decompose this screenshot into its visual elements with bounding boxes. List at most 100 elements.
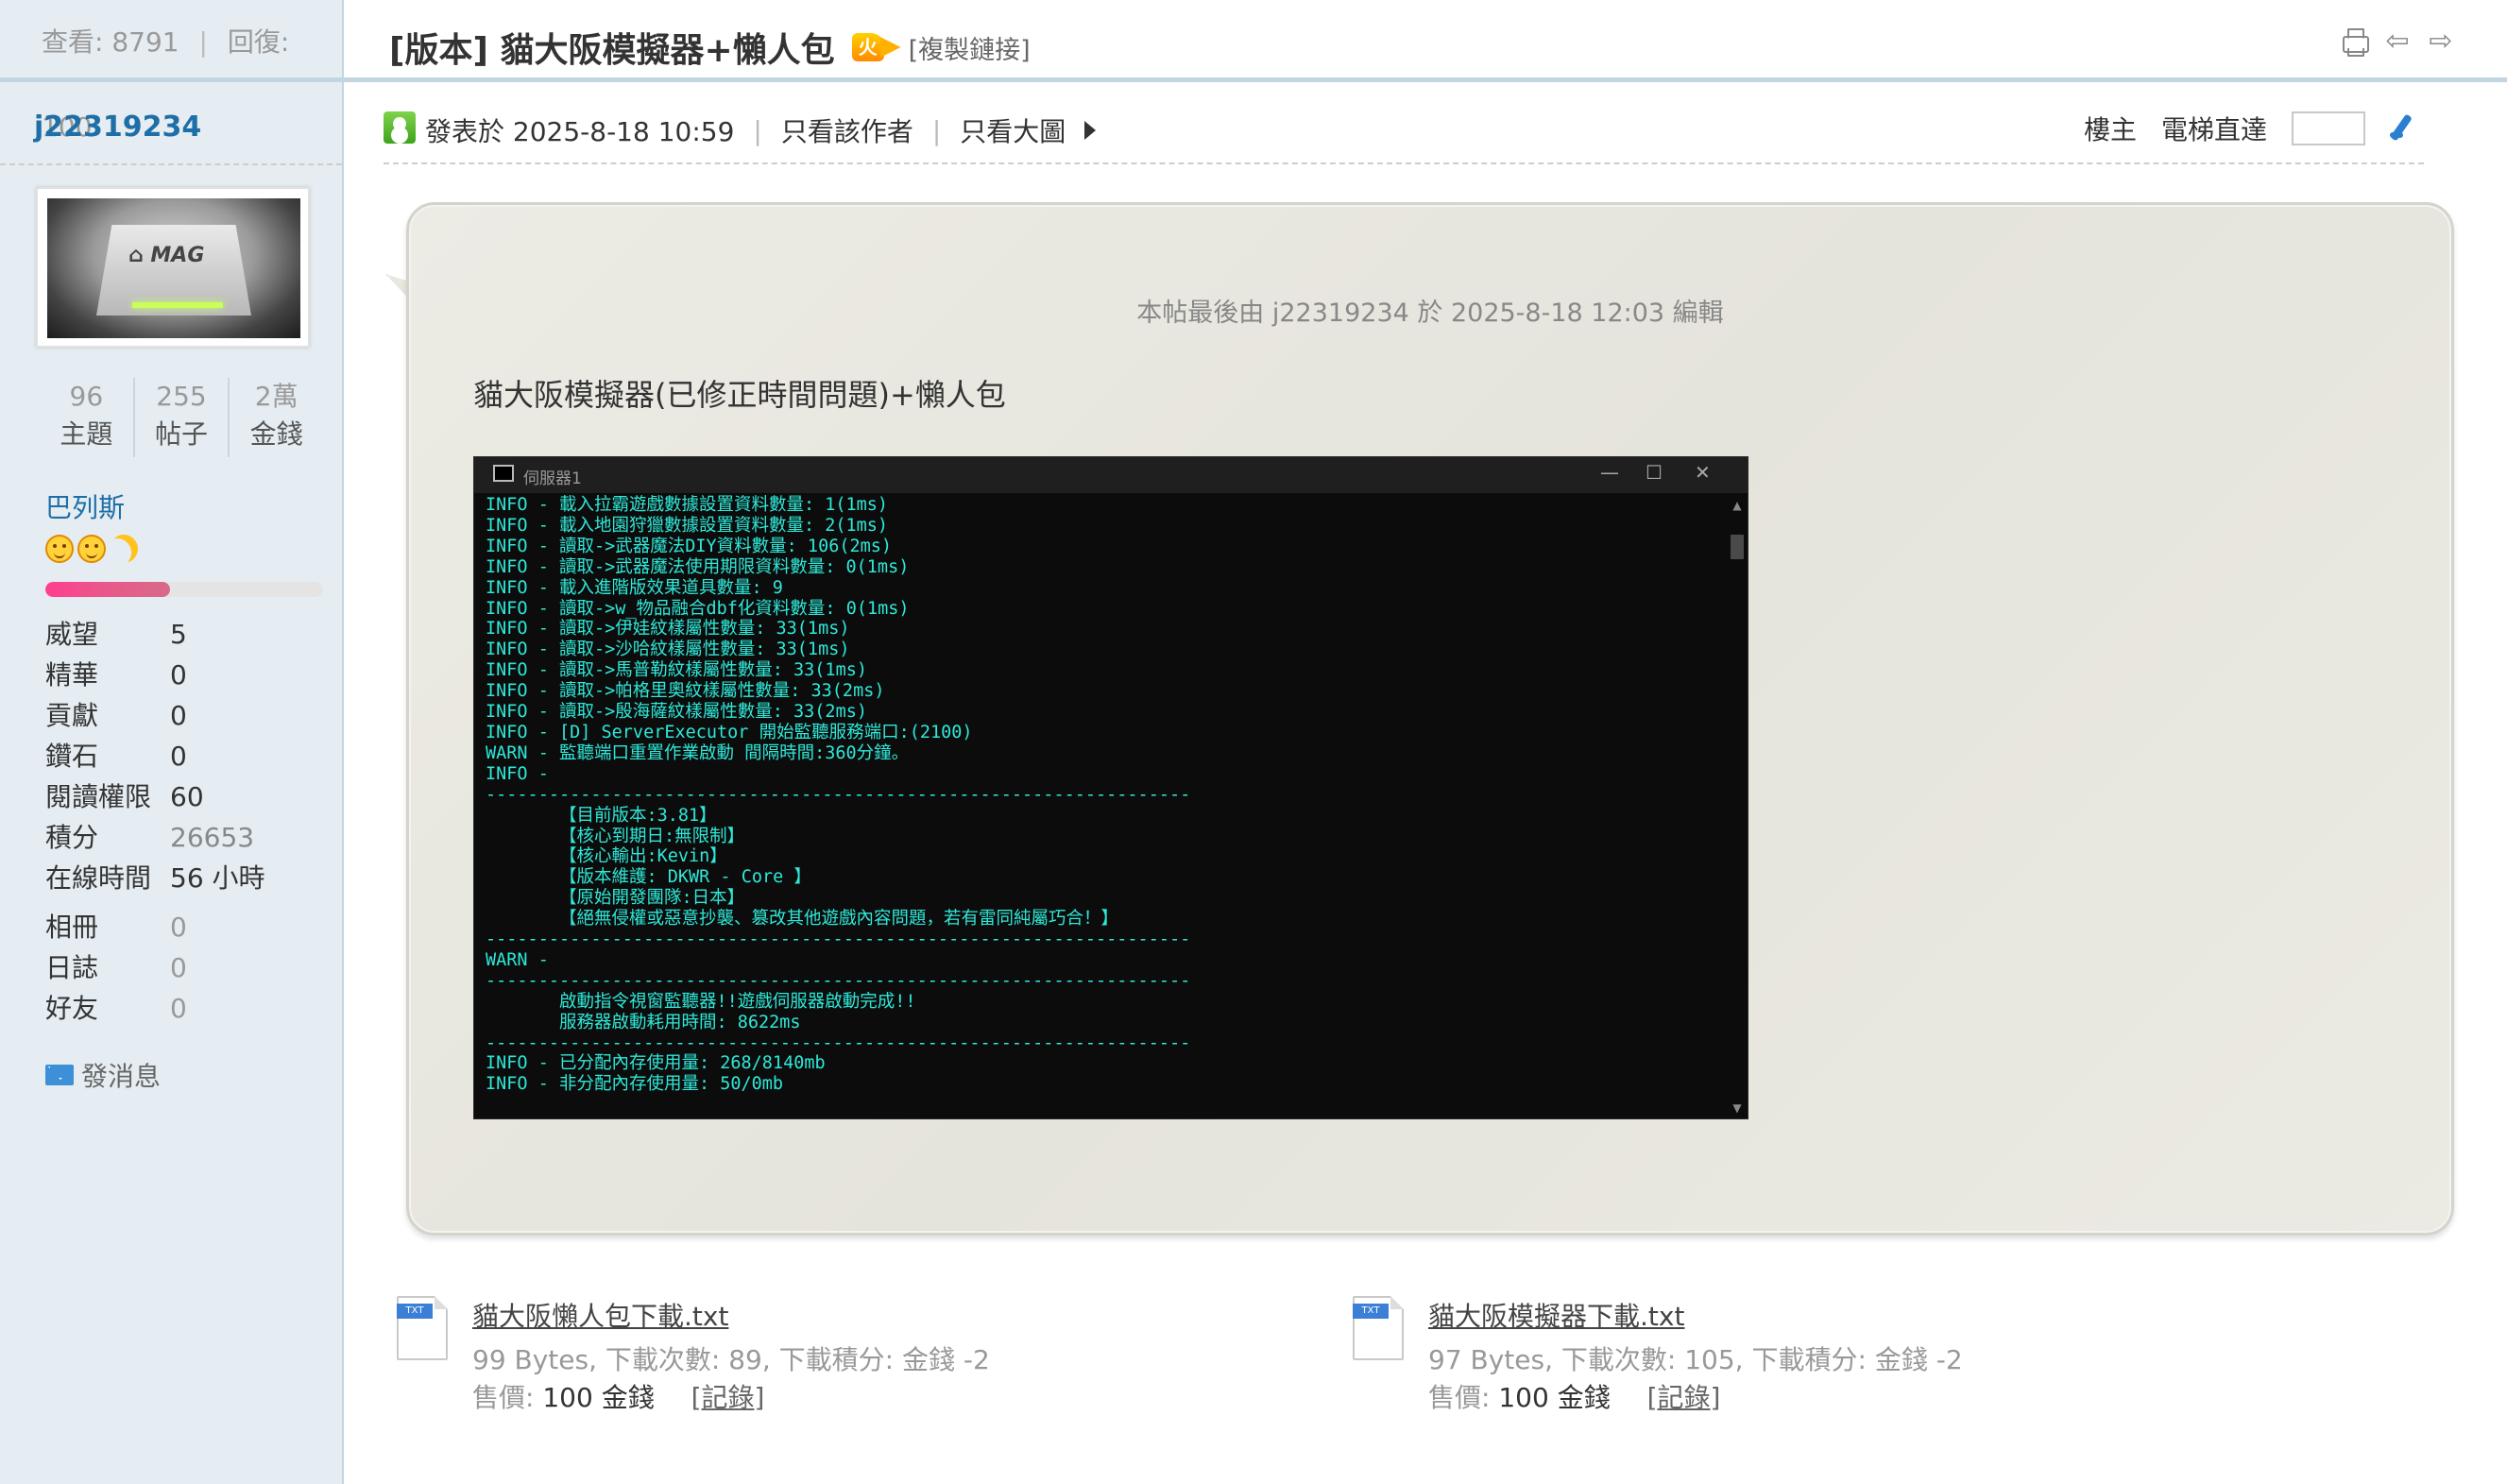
count-label: 金錢 xyxy=(249,418,303,450)
author-counts: 96 主題 255 帖子 2萬 金錢 xyxy=(40,378,323,457)
thread-title-text: [版本] 貓大阪模擬器+懶人包 xyxy=(389,31,835,70)
console-line: INFO - 已分配內存使用量: 268/8140mb xyxy=(486,1053,826,1074)
elevator-label: 電梯直達 xyxy=(2160,114,2267,145)
print-icon[interactable] xyxy=(2339,26,2369,57)
info-row: 閱讀權限 60 xyxy=(45,776,329,817)
copy-link-button[interactable]: [複製鏈接] xyxy=(909,29,1031,66)
attachment-meta: 99 Bytes, 下載次數: 89, 下載積分: 金錢 -2 xyxy=(472,1344,990,1375)
views-label: 查看: xyxy=(42,26,104,58)
author-sidebar: 查看: 8791 | 回復: 100 j22319234 ⌂ MAG 96 主題… xyxy=(0,0,344,1484)
info-key: 積分 xyxy=(45,822,99,853)
attachment-price: 售價: 100 金錢 [記錄] xyxy=(472,1377,764,1415)
rank-progress-bar xyxy=(45,582,323,597)
post-meta-text: 發表於 2025-8-18 10:59 | 只看該作者 | 只看大圖 xyxy=(425,111,1097,149)
count-value: 2萬 xyxy=(254,381,298,412)
count-label: 帖子 xyxy=(155,418,209,450)
console-line: INFO - 讀取->w_物品融合dbf化資料數量: 0(1ms) xyxy=(486,598,910,619)
post-nav: 樓主 電梯直達 xyxy=(2084,110,2424,147)
console-line: 【核心到期日:無限制】 xyxy=(486,826,745,846)
previous-thread-icon[interactable]: ⇦ xyxy=(2382,26,2413,57)
record-link[interactable]: [記錄] xyxy=(1647,1382,1721,1413)
console-line: 【版本維護: DKWR - Core 】 xyxy=(486,867,811,888)
console-title: 伺服器1 xyxy=(523,469,582,488)
console-screenshot[interactable]: 伺服器1 — ☐ ✕ INFO - 載入拉霸遊戲數據設置資料數量: 1(1ms)… xyxy=(473,456,1748,1119)
author-name-link[interactable]: j22319234 xyxy=(0,82,342,165)
floor-jump-input[interactable] xyxy=(2292,111,2365,145)
hot-thread-icon: 火 xyxy=(851,33,901,61)
views-count: 8791 xyxy=(111,26,179,58)
rank-stars xyxy=(45,535,138,563)
count-threads[interactable]: 96 主題 xyxy=(40,378,135,457)
post-meta-bar: 發表於 2025-8-18 10:59 | 只看該作者 | 只看大圖 樓主 電梯… xyxy=(384,102,2424,164)
info-value: 0 xyxy=(170,741,187,772)
caret-right-icon[interactable] xyxy=(1084,121,1097,140)
jump-go-icon[interactable] xyxy=(2390,111,2424,145)
console-line: INFO - 讀取->武器魔法DIY資料數量: 106(2ms) xyxy=(486,536,893,556)
post-content-bubble: 本帖最後由 j22319234 於 2025-8-18 12:03 編輯 貓大阪… xyxy=(406,202,2454,1236)
record-link[interactable]: [記錄] xyxy=(691,1382,765,1413)
price-value: 100 金錢 xyxy=(542,1382,655,1413)
console-line: WARN - 監聽端口重置作業啟動 間隔時間:360分鐘。 xyxy=(486,742,910,763)
count-value: 96 xyxy=(69,381,104,412)
attachment-link[interactable]: 貓大阪懶人包下載.txt xyxy=(472,1296,728,1334)
sun-rank-icon xyxy=(45,535,74,563)
console-line: INFO - 讀取->沙哈紋樣屬性數量: 33(1ms) xyxy=(486,640,850,660)
info-key: 相冊 xyxy=(45,912,99,943)
attachment-item: TXT 貓大阪模擬器下載.txt 97 Bytes, 下載次數: 105, 下載… xyxy=(1353,1296,2014,1419)
rank-progress-fill xyxy=(45,582,171,597)
console-line: 服務器啟動耗用時間: 8622ms xyxy=(486,1012,801,1032)
info-row: 鑽石 0 xyxy=(45,736,329,776)
info-value: 26653 xyxy=(170,822,255,853)
author-info-list: 威望 5 精華 0 貢獻 0 鑽石 0 閱讀權限 60 積分 26653 在線時間 56 小時 xyxy=(45,614,329,898)
console-line: INFO - 非分配內存使用量: 50/0mb xyxy=(486,1074,784,1095)
meta-divider: | xyxy=(931,114,942,146)
only-images-link[interactable]: 只看大圖 xyxy=(960,111,1066,149)
send-message-label: 發消息 xyxy=(81,1061,162,1092)
meta-divider: | xyxy=(753,114,762,146)
price-value: 100 金錢 xyxy=(1498,1382,1611,1413)
console-line: INFO - [D] ServerExecutor 開始監聽服務端口:(2100… xyxy=(486,722,973,742)
info-row: 積分 26653 xyxy=(45,817,329,858)
extras-row-friends[interactable]: 好友 0 xyxy=(45,988,329,1029)
minimize-icon: — xyxy=(1600,461,1619,484)
user-rank-link[interactable]: 巴列斯 xyxy=(45,487,125,525)
console-line: INFO - 讀取->帕格里奧紋樣屬性數量: 33(2ms) xyxy=(486,681,885,702)
console-line: ----------------------------------------… xyxy=(486,784,1191,805)
next-thread-icon[interactable]: ⇨ xyxy=(2426,26,2456,57)
online-status-icon xyxy=(384,111,416,144)
info-row: 在線時間 56 小時 xyxy=(45,858,329,898)
author-extras-list: 相冊 0 日誌 0 好友 0 xyxy=(45,907,329,1029)
info-value: 0 xyxy=(170,912,187,943)
info-key: 好友 xyxy=(45,993,99,1024)
count-posts[interactable]: 255 帖子 xyxy=(135,378,230,457)
scroll-up-icon: ▲ xyxy=(1732,499,1742,512)
only-author-link[interactable]: 只看該作者 xyxy=(781,111,913,149)
send-message-button[interactable]: 發消息 xyxy=(45,1056,161,1094)
attachment-price: 售價: 100 金錢 [記錄] xyxy=(1428,1377,1720,1415)
attachment-link[interactable]: 貓大阪模擬器下載.txt xyxy=(1428,1296,1684,1334)
info-value: 5 xyxy=(170,619,187,650)
floor-label: 樓主 xyxy=(2083,114,2137,145)
info-value: 0 xyxy=(170,952,187,983)
info-key: 日誌 xyxy=(45,952,99,983)
info-row: 貢獻 0 xyxy=(45,695,329,736)
info-value: 56 小時 xyxy=(170,862,265,894)
price-label: 售價: xyxy=(472,1382,535,1413)
thread-stats: 查看: 8791 | 回復: 100 xyxy=(0,0,342,143)
console-line: 【目前版本:3.81】 xyxy=(486,805,717,826)
avatar[interactable]: ⌂ MAG xyxy=(36,187,310,348)
avatar-logo-icon: ⌂ MAG xyxy=(128,244,205,267)
attachment-item: TXT 貓大阪懶人包下載.txt 99 Bytes, 下載次數: 89, 下載積… xyxy=(397,1296,1058,1419)
extras-row-album[interactable]: 相冊 0 xyxy=(45,907,329,947)
console-scrollbar: ▲ ▼ xyxy=(1731,499,1744,1115)
console-line: 【原始開發團隊:日本】 xyxy=(486,888,745,909)
extras-row-blog[interactable]: 日誌 0 xyxy=(45,947,329,988)
post-time: 發表於 2025-8-18 10:59 xyxy=(425,116,735,147)
console-line: INFO - 載入進階版效果道具數量: 9 xyxy=(486,577,783,598)
info-key: 貢獻 xyxy=(45,700,99,731)
console-line: ----------------------------------------… xyxy=(486,1032,1191,1053)
console-line: 【核心輸出:Kevin】 xyxy=(486,846,727,867)
count-money[interactable]: 2萬 金錢 xyxy=(230,378,323,457)
info-key: 鑽石 xyxy=(45,741,99,772)
edit-note: 本帖最後由 j22319234 於 2025-8-18 12:03 編輯 xyxy=(1136,299,1724,328)
